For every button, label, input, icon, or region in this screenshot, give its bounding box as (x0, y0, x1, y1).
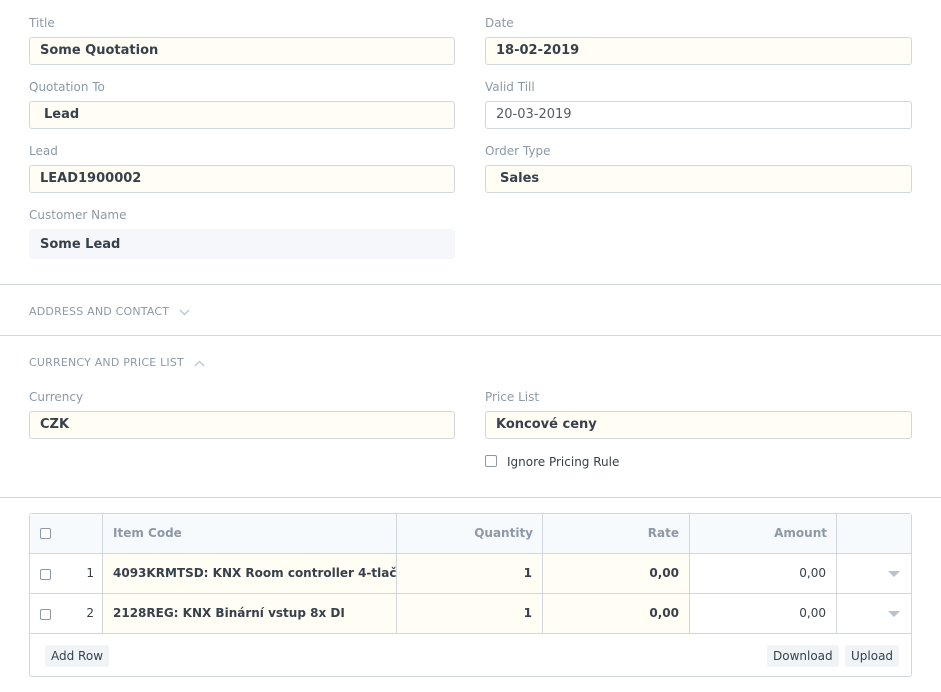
table-row[interactable]: 2 2128REG: KNX Binární vstup 8x DI 1 0,0… (30, 594, 911, 634)
ignore-pricing-rule-checkbox[interactable] (485, 455, 497, 467)
order-type-label: Order Type (485, 144, 551, 158)
date-field[interactable]: 18-02-2019 (485, 37, 912, 65)
lead-label: Lead (29, 144, 58, 158)
row-edit-caret-icon[interactable] (888, 571, 900, 577)
valid-till-label: Valid Till (485, 80, 535, 94)
section-divider (0, 497, 941, 498)
valid-till-field[interactable]: 20-03-2019 (485, 101, 912, 129)
download-button[interactable]: Download (767, 645, 839, 667)
column-header-amount: Amount (774, 526, 827, 540)
quotation-to-select[interactable]: Lead (29, 101, 455, 129)
row-edit-caret-icon[interactable] (888, 611, 900, 617)
amount-cell: 0,00 (799, 606, 826, 620)
column-header-rate: Rate (647, 526, 679, 540)
row-select-checkbox[interactable] (40, 569, 51, 580)
currency-label: Currency (29, 390, 84, 404)
quantity-cell[interactable]: 1 (397, 554, 542, 593)
currency-price-list-section-toggle[interactable]: CURRENCY AND PRICE LIST (29, 356, 205, 370)
title-label: Title (29, 16, 55, 30)
table-row[interactable]: 1 4093KRMTSD: KNX Room controller 4-tlač… (30, 554, 911, 594)
section-divider (0, 284, 941, 285)
chevron-up-icon (194, 357, 205, 370)
amount-cell: 0,00 (799, 566, 826, 580)
column-header-item-code: Item Code (113, 526, 182, 540)
chevron-down-icon (179, 306, 190, 319)
customer-name-value: Some Lead (29, 229, 455, 259)
upload-button[interactable]: Upload (845, 645, 900, 667)
table-header-row: Item Code Quantity Rate Amount (30, 514, 911, 554)
rate-cell[interactable]: 0,00 (543, 554, 689, 593)
price-list-field[interactable]: Koncové ceny (485, 411, 912, 439)
items-table: Item Code Quantity Rate Amount 1 4093KRM… (29, 513, 912, 677)
currency-price-list-section-title: CURRENCY AND PRICE LIST (29, 356, 184, 369)
row-index: 2 (86, 606, 94, 620)
item-code-cell[interactable]: 2128REG: KNX Binární vstup 8x DI (103, 594, 396, 633)
order-type-select[interactable]: Sales (485, 165, 912, 193)
ignore-pricing-rule-label: Ignore Pricing Rule (507, 455, 620, 469)
title-field[interactable]: Some Quotation (29, 37, 455, 65)
lead-field[interactable]: LEAD1900002 (29, 165, 455, 193)
quantity-cell[interactable]: 1 (397, 594, 542, 633)
date-label: Date (485, 16, 514, 30)
address-contact-section-toggle[interactable]: ADDRESS AND CONTACT (29, 305, 190, 319)
item-code-cell[interactable]: 4093KRMTSD: KNX Room controller 4-tlač +… (103, 554, 396, 593)
address-contact-section-title: ADDRESS AND CONTACT (29, 305, 170, 318)
row-index: 1 (86, 566, 94, 580)
column-header-quantity: Quantity (474, 526, 533, 540)
row-select-checkbox[interactable] (40, 609, 51, 620)
section-divider (0, 335, 941, 336)
customer-name-label: Customer Name (29, 208, 127, 222)
price-list-label: Price List (485, 390, 540, 404)
rate-cell[interactable]: 0,00 (543, 594, 689, 633)
quotation-to-label: Quotation To (29, 80, 105, 94)
add-row-button[interactable]: Add Row (45, 645, 110, 667)
currency-field[interactable]: CZK (29, 411, 455, 439)
select-all-checkbox[interactable] (40, 528, 51, 539)
